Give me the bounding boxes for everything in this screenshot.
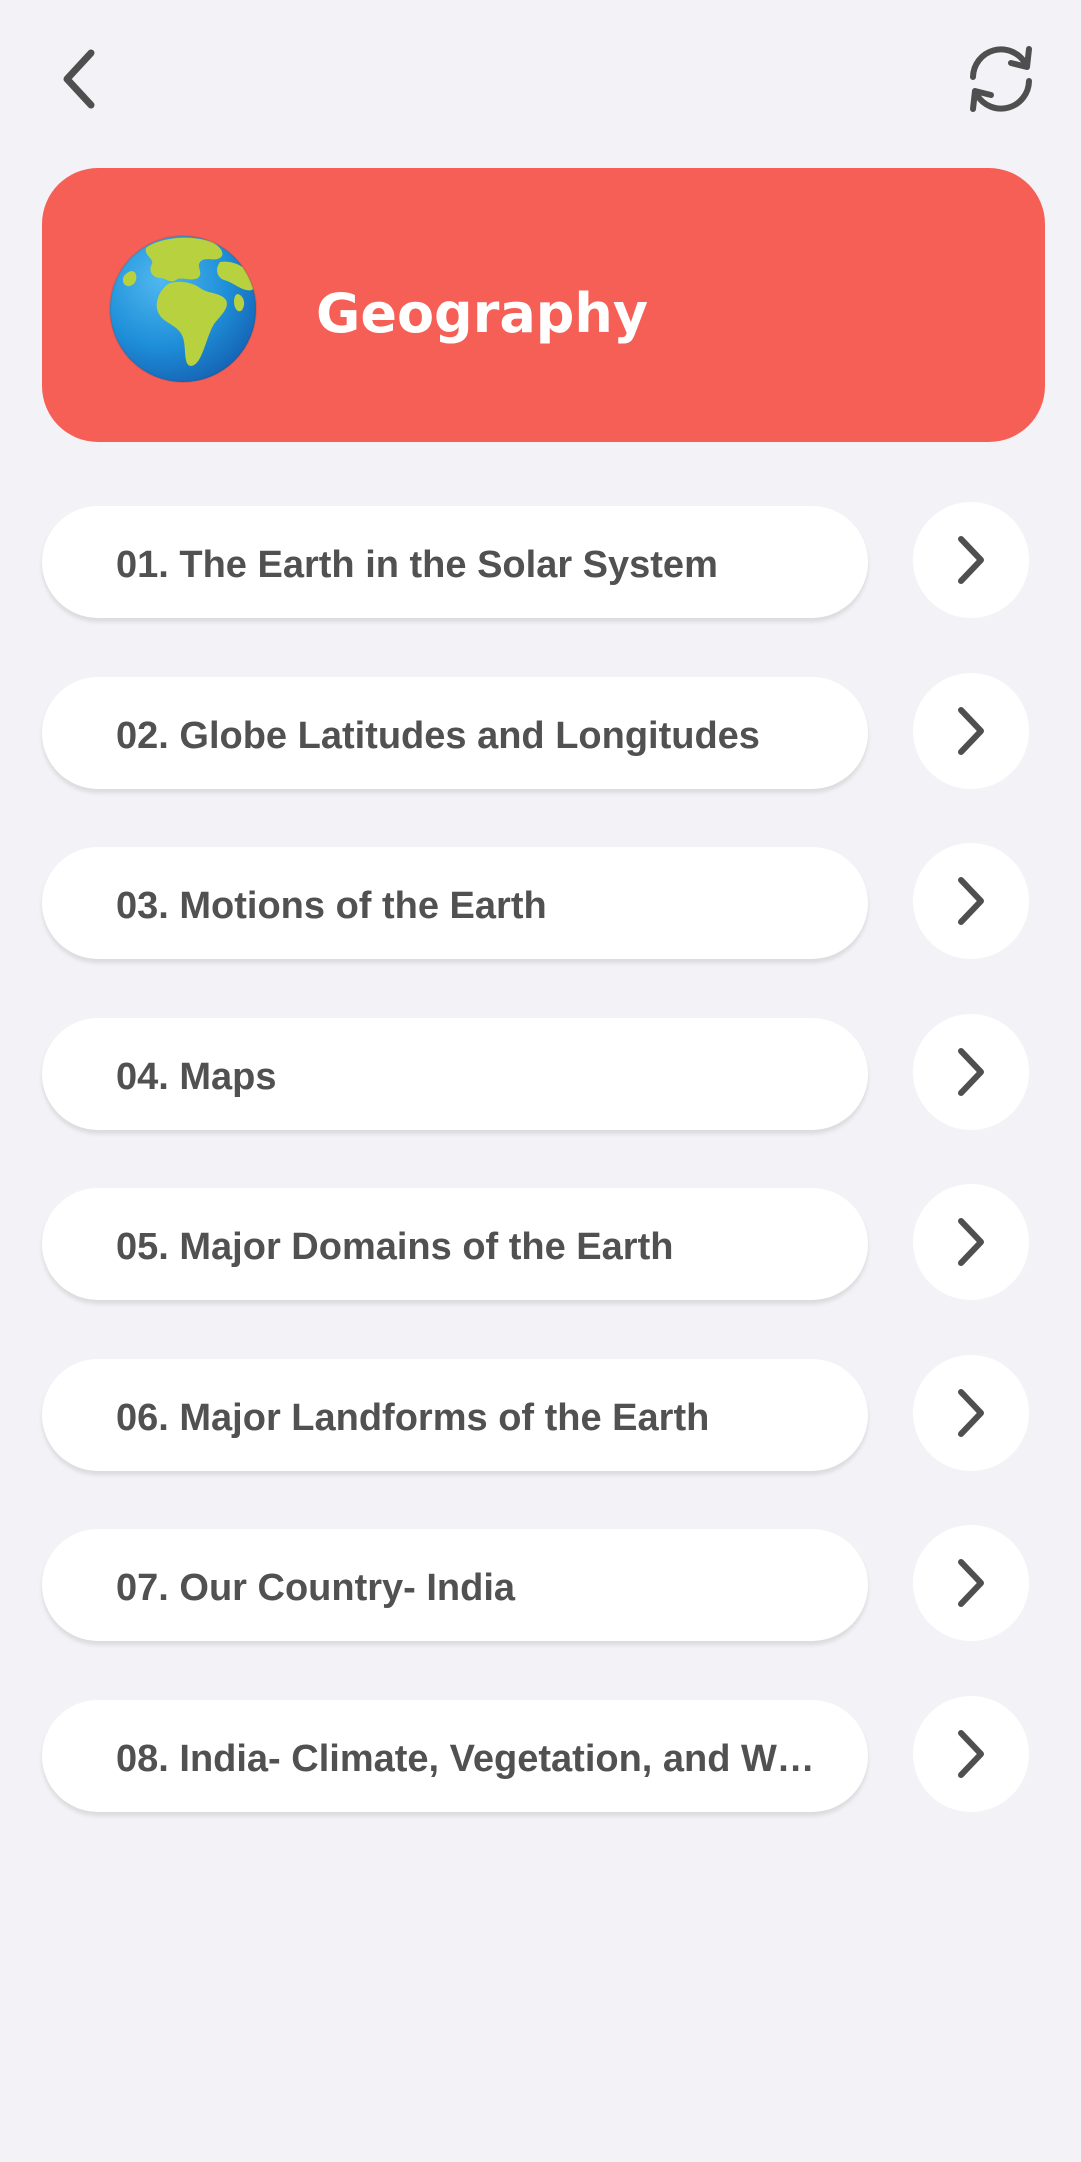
chevron-right-icon	[958, 536, 984, 584]
chevron-right-icon	[958, 1559, 984, 1607]
open-chapter-button[interactable]	[913, 502, 1029, 618]
chevron-right-icon	[958, 1048, 984, 1096]
chapter-button[interactable]: 04. Maps	[42, 1018, 868, 1130]
open-chapter-button[interactable]	[913, 1525, 1029, 1641]
list-item: 08. India- Climate, Vegetation, and Wild…	[0, 1696, 1081, 1816]
chapter-button[interactable]: 03. Motions of the Earth	[42, 847, 868, 959]
list-item: 07. Our Country- India	[0, 1525, 1081, 1645]
list-item: 02. Globe Latitudes and Longitudes	[0, 673, 1081, 793]
chevron-right-icon	[958, 1218, 984, 1266]
open-chapter-button[interactable]	[913, 843, 1029, 959]
chapter-label: 08. India- Climate, Vegetation, and Wild…	[116, 1737, 824, 1780]
chapter-button[interactable]: 07. Our Country- India	[42, 1529, 868, 1641]
open-chapter-button[interactable]	[913, 1696, 1029, 1812]
chapter-button[interactable]: 05. Major Domains of the Earth	[42, 1188, 868, 1300]
open-chapter-button[interactable]	[913, 1014, 1029, 1130]
globe-icon	[108, 234, 258, 384]
open-chapter-button[interactable]	[913, 1355, 1029, 1471]
list-item: 04. Maps	[0, 1014, 1081, 1134]
chapter-button[interactable]: 06. Major Landforms of the Earth	[42, 1359, 868, 1471]
chapter-label: 04. Maps	[116, 1055, 277, 1098]
page-title: Geography	[316, 282, 649, 345]
list-item: 06. Major Landforms of the Earth	[0, 1355, 1081, 1475]
chevron-right-icon	[958, 877, 984, 925]
refresh-icon	[970, 46, 1032, 112]
open-chapter-button[interactable]	[913, 1184, 1029, 1300]
chapter-label: 05. Major Domains of the Earth	[116, 1225, 674, 1268]
list-item: 01. The Earth in the Solar System	[0, 502, 1081, 622]
list-item: 03. Motions of the Earth	[0, 843, 1081, 963]
top-bar	[0, 0, 1081, 160]
chapter-label: 02. Globe Latitudes and Longitudes	[116, 714, 760, 757]
chapter-label: 07. Our Country- India	[116, 1566, 516, 1609]
chevron-right-icon	[958, 1389, 984, 1437]
chapter-button[interactable]: 08. India- Climate, Vegetation, and Wild…	[42, 1700, 868, 1812]
chevron-right-icon	[958, 1730, 984, 1778]
back-button[interactable]	[44, 36, 114, 122]
chevron-right-icon	[958, 707, 984, 755]
list-item: 05. Major Domains of the Earth	[0, 1184, 1081, 1304]
open-chapter-button[interactable]	[913, 673, 1029, 789]
chapter-label: 06. Major Landforms of the Earth	[116, 1396, 710, 1439]
chapter-label: 01. The Earth in the Solar System	[116, 543, 718, 586]
chapter-button[interactable]: 02. Globe Latitudes and Longitudes	[42, 677, 868, 789]
refresh-button[interactable]	[956, 36, 1046, 122]
chapter-label: 03. Motions of the Earth	[116, 884, 547, 927]
chapter-button[interactable]: 01. The Earth in the Solar System	[42, 506, 868, 618]
chevron-left-icon	[63, 49, 95, 109]
